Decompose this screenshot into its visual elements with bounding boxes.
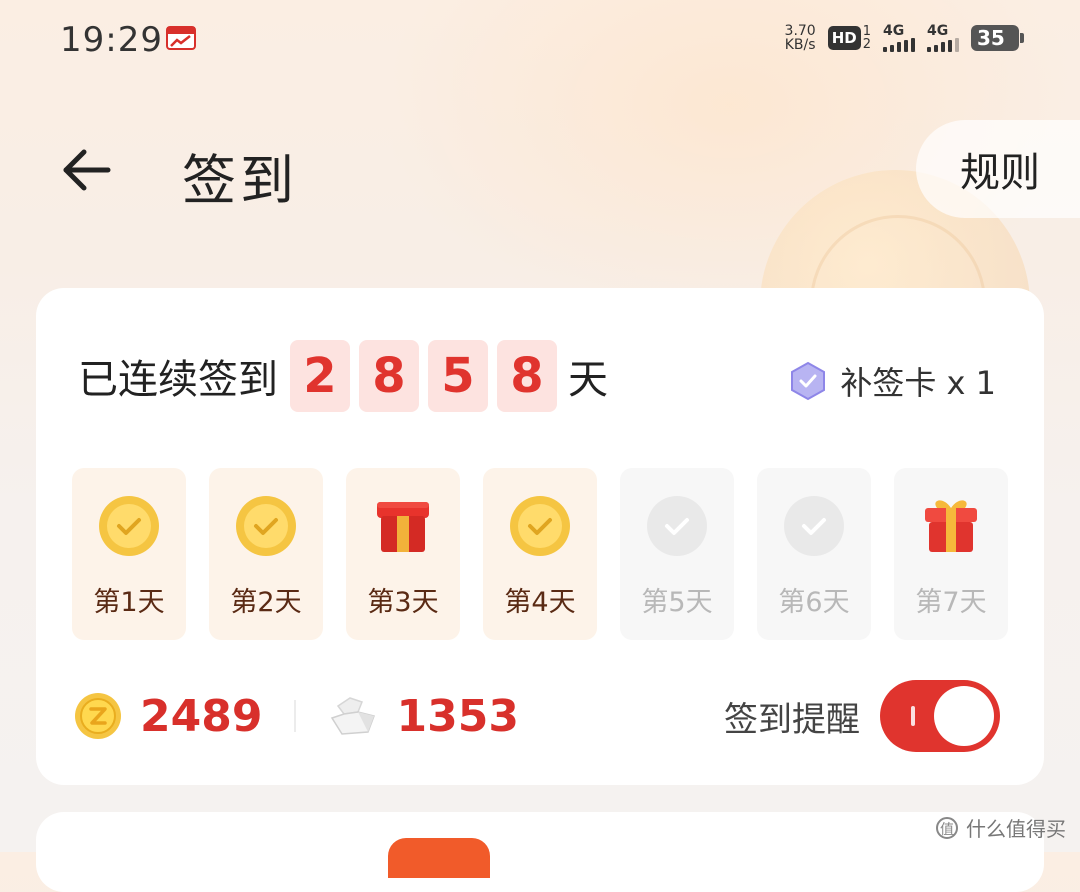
battery-icon: 35 xyxy=(971,25,1024,51)
gold-coin-icon xyxy=(75,693,121,739)
makeup-card-label: 补签卡 x 1 xyxy=(840,364,996,402)
toggle-knob xyxy=(934,686,994,746)
toggle-on-mark xyxy=(911,706,915,726)
status-time: 19:29 xyxy=(60,20,163,60)
next-section-tag xyxy=(388,838,490,878)
day-list: 第1天 第2天 第3天 第4天 第5天 第6天 第7天 xyxy=(72,468,1008,640)
silver-ingot-icon xyxy=(331,697,376,735)
check-coin-icon xyxy=(510,496,570,556)
streak-counter: 已连续签到 2 8 5 8 天 xyxy=(78,340,608,412)
streak-suffix: 天 xyxy=(568,357,608,403)
rules-button[interactable]: 规则 xyxy=(916,120,1080,218)
day-item-4[interactable]: 第4天 xyxy=(483,468,597,640)
silver-balance[interactable]: 1353 xyxy=(328,690,519,742)
streak-digit: 2 xyxy=(290,340,350,412)
gift-box-icon xyxy=(377,502,429,552)
hexagon-badge-icon xyxy=(791,361,826,401)
app-notification-icon xyxy=(166,26,196,50)
reminder-label: 签到提醒 xyxy=(724,699,860,740)
day-item-7[interactable]: 第7天 xyxy=(894,468,1008,640)
check-coin-icon xyxy=(236,496,296,556)
streak-digit: 8 xyxy=(497,340,557,412)
checkin-card: 已连续签到 2 8 5 8 天 补签卡 x 1 第1天 第2天 第3天 第4天 … xyxy=(36,288,1044,785)
watermark-logo-icon: 值 xyxy=(936,816,958,839)
day-item-1[interactable]: 第1天 xyxy=(72,468,186,640)
day-item-2[interactable]: 第2天 xyxy=(209,468,323,640)
streak-digit: 5 xyxy=(428,340,488,412)
check-coin-icon xyxy=(99,496,159,556)
hd-voice-indicator: HD 1 2 xyxy=(827,25,871,51)
divider xyxy=(294,700,297,732)
makeup-card-button[interactable]: 补签卡 x 1 xyxy=(790,358,996,404)
gift-icon xyxy=(925,500,977,552)
reminder-toggle[interactable] xyxy=(880,680,1000,752)
day-item-5[interactable]: 第5天 xyxy=(620,468,734,640)
watermark: 值 什么值得买 xyxy=(936,813,1066,842)
check-coin-icon xyxy=(647,496,707,556)
streak-digit: 8 xyxy=(359,340,419,412)
status-indicators: 3.70 KB/s HD 1 2 4G 4G 35 xyxy=(785,24,1024,52)
sim1-signal-icon: 4G xyxy=(883,24,915,52)
next-section-card xyxy=(36,812,1044,892)
streak-prefix: 已连续签到 xyxy=(78,357,278,403)
silver-value: 1353 xyxy=(396,690,519,742)
gold-coin-balance[interactable]: 2489 xyxy=(74,691,262,742)
page-title: 签到 xyxy=(182,149,298,212)
balance-row: 2489 1353 签到提醒 xyxy=(74,676,1000,756)
arrow-left-icon xyxy=(63,149,111,191)
day-item-6[interactable]: 第6天 xyxy=(757,468,871,640)
back-button[interactable] xyxy=(56,140,116,200)
checkin-reminder: 签到提醒 xyxy=(724,680,1000,752)
gold-coin-value: 2489 xyxy=(140,690,263,742)
network-speed: 3.70 KB/s xyxy=(784,23,816,53)
day-item-3[interactable]: 第3天 xyxy=(346,468,460,640)
sim2-signal-icon: 4G xyxy=(927,24,959,52)
check-coin-icon xyxy=(784,496,844,556)
